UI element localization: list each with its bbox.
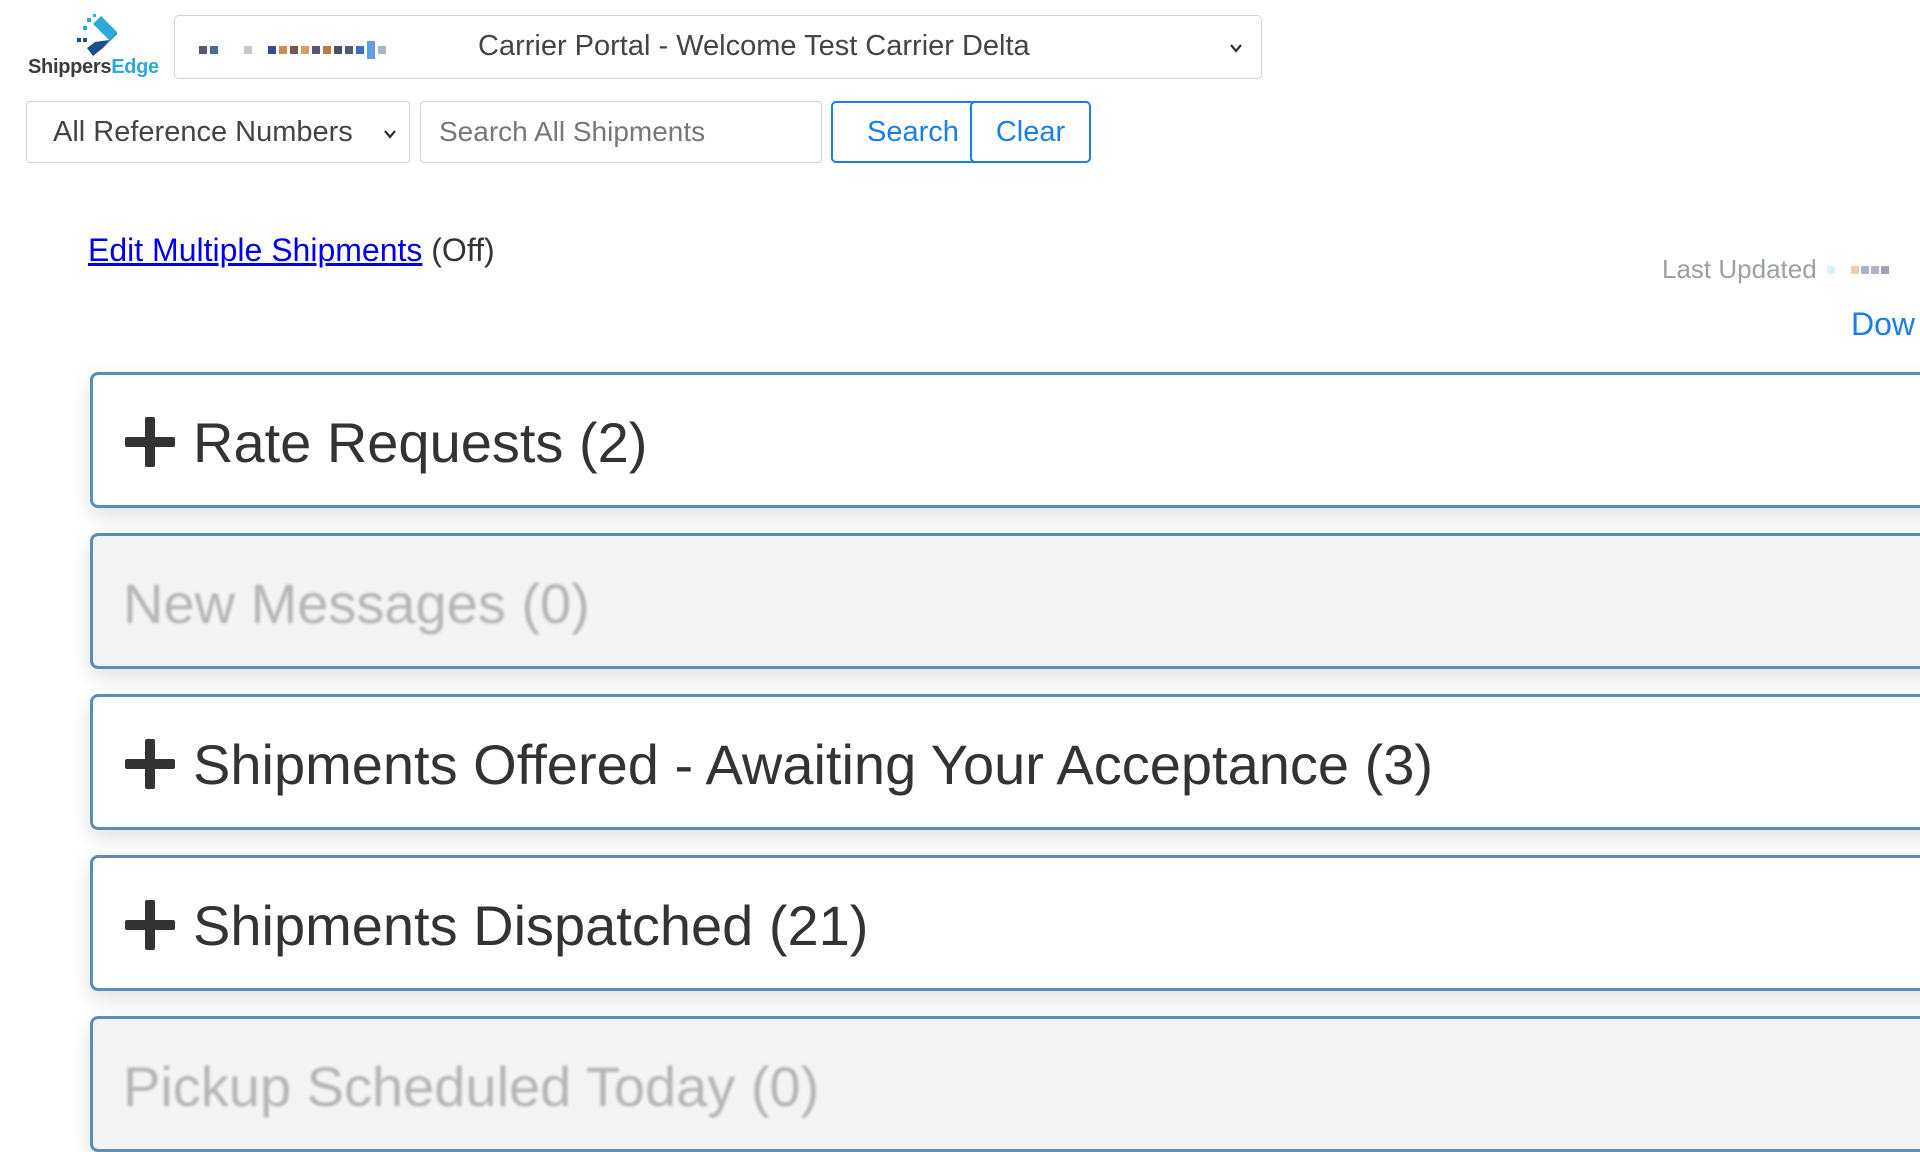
panel-rate-requests[interactable]: Rate Requests (2) xyxy=(90,372,1920,508)
panel-title: Pickup Scheduled Today (0) xyxy=(123,1055,820,1118)
logo-text: ShippersEdge xyxy=(28,56,159,78)
panel-shipments-offered[interactable]: Shipments Offered - Awaiting Your Accept… xyxy=(90,694,1920,830)
plus-icon xyxy=(125,900,175,950)
last-updated-label: Last Updated xyxy=(1662,254,1817,284)
plus-icon xyxy=(125,417,175,467)
reference-type-select[interactable]: All Reference Numbers xyxy=(26,101,410,163)
portal-select[interactable]: Carrier Portal - Welcome Test Carrier De… xyxy=(174,15,1262,79)
panel-title: Shipments Dispatched (21) xyxy=(193,894,869,957)
download-link[interactable]: Dow xyxy=(1851,306,1915,343)
edit-multiple-row: Edit Multiple Shipments (Off) xyxy=(88,232,495,269)
chevron-down-icon xyxy=(383,127,397,141)
portal-select-value: Carrier Portal - Welcome Test Carrier De… xyxy=(478,30,1030,62)
panel-title: New Messages (0) xyxy=(123,572,590,635)
redacted-company-name xyxy=(199,36,449,64)
panel-shipments-dispatched[interactable]: Shipments Dispatched (21) xyxy=(90,855,1920,991)
logo-mark-icon xyxy=(77,14,117,56)
panel-title: Shipments Offered - Awaiting Your Accept… xyxy=(193,733,1434,796)
clear-button[interactable]: Clear xyxy=(970,101,1091,163)
chevron-down-icon xyxy=(1229,41,1243,55)
shippersedge-logo[interactable]: ShippersEdge xyxy=(28,12,163,82)
panel-pickup-scheduled-today: Pickup Scheduled Today (0) xyxy=(90,1016,1920,1152)
redacted-timestamp xyxy=(1826,265,1889,274)
search-shipments-input[interactable] xyxy=(420,101,822,163)
plus-icon xyxy=(125,739,175,789)
reference-type-value: All Reference Numbers xyxy=(53,116,353,148)
last-updated: Last Updated xyxy=(1662,254,1889,285)
edit-multiple-shipments-link[interactable]: Edit Multiple Shipments xyxy=(88,232,422,268)
edit-multiple-state: (Off) xyxy=(431,232,495,268)
panel-new-messages: New Messages (0) xyxy=(90,533,1920,669)
panel-title: Rate Requests (2) xyxy=(193,411,648,474)
